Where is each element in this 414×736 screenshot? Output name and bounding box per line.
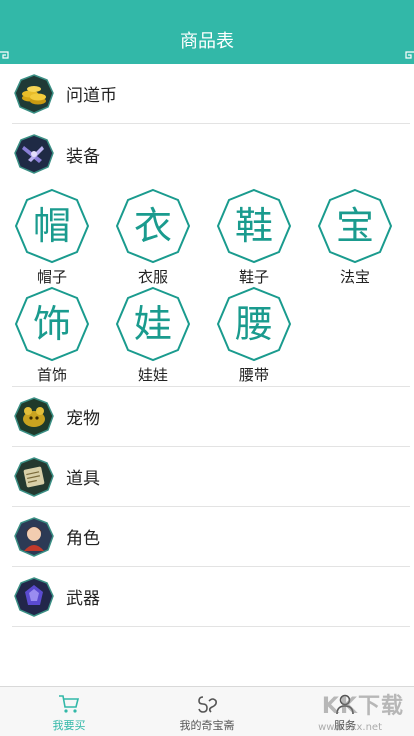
equipment-glyph: 帽 [32,204,71,248]
equipment-icon [14,134,54,174]
tab-buy[interactable]: 我要买 [0,687,138,736]
equipment-magic-treasure[interactable]: 宝 法宝 [315,188,395,288]
cart-icon [59,695,80,713]
pet-icon [14,396,54,437]
watermark: KK下载 www.kkx.net [290,686,410,734]
equipment-label: 腰带 [238,366,269,384]
bottom-tab-bar: 我要买 我的奇宝斋 服务 KK下载 www.kkx.net [0,686,414,736]
equipment-glyph: 宝 [335,204,374,248]
equipment-glyph: 衣 [133,204,172,248]
category-label: 宠物 [66,409,100,429]
watermark-text: KK下载 [321,694,404,719]
category-label: 角色 [66,529,100,549]
equipment-clothes[interactable]: 衣 衣服 [113,188,193,288]
equipment-shoes[interactable]: 鞋 鞋子 [214,188,294,288]
category-row-character[interactable]: 角色 [12,507,410,567]
header-corner-ornament-icon [405,51,414,59]
watermark-url: www.kkx.net [318,722,382,733]
equipment-hat[interactable]: 帽 帽子 [12,188,92,288]
equipment-belt[interactable]: 腰 腰带 [214,286,294,386]
character-icon [14,516,54,557]
category-row-equipment[interactable]: 装备 [12,124,410,184]
category-row-pet[interactable]: 宠物 [12,387,410,447]
equipment-label: 娃娃 [137,366,168,384]
equipment-glyph: 饰 [32,302,71,346]
category-label: 问道币 [66,86,117,106]
equipment-label: 衣服 [137,268,168,286]
category-label: 装备 [66,146,100,167]
equipment-label: 法宝 [339,268,370,286]
treasure-icon [198,696,217,713]
equipment-glyph: 鞋 [234,204,273,248]
category-row-weapon[interactable]: 武器 [12,567,410,627]
equipment-label: 帽子 [36,268,67,286]
equipment-glyph: 娃 [133,302,172,346]
equipment-glyph: 腰 [234,302,273,346]
category-row-items[interactable]: 道具 [12,447,410,507]
gold-coins-icon [14,73,54,114]
category-label: 道具 [66,469,100,489]
tab-my-treasure[interactable]: 我的奇宝斋 [138,687,276,736]
equipment-doll[interactable]: 娃 娃娃 [113,286,193,386]
tab-label: 我的奇宝斋 [179,719,235,732]
category-label: 武器 [66,589,100,609]
equipment-label: 首饰 [36,366,67,384]
page-title: 商品表 [180,31,234,52]
app-header: 商品表 [0,0,414,64]
tab-label: 我要买 [52,719,86,732]
category-row-gold[interactable]: 问道币 [12,64,410,124]
weapon-icon [14,576,54,617]
equipment-label: 鞋子 [238,268,269,286]
item-scroll-icon [14,456,54,497]
equipment-jewelry[interactable]: 饰 首饰 [12,286,92,386]
